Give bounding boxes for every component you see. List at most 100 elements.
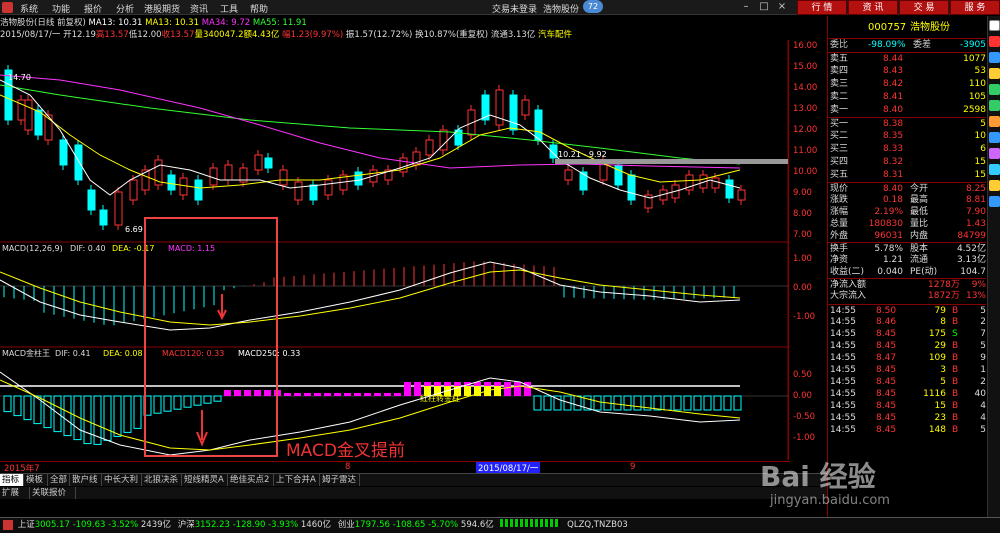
jz-bar (173, 395, 182, 410)
jz-bar (113, 395, 122, 437)
order-ratio-label: 委比 (830, 40, 849, 50)
jz-bar (63, 395, 72, 437)
jz-bar (693, 395, 702, 411)
buy-label: 买二 (830, 131, 849, 141)
stat-label: 流通 (910, 255, 929, 265)
maximize-icon[interactable]: □ (756, 0, 772, 15)
flow-row: 大宗流入 1872万 13% (828, 290, 986, 302)
tick-count: 40 (974, 389, 986, 399)
menu-item-help[interactable]: 帮助 (250, 2, 268, 15)
tab-template[interactable]: 模板 (24, 474, 48, 486)
tab-indicator[interactable]: 指标 (0, 474, 24, 486)
buy-price: 8.38 (883, 119, 904, 129)
tick-row: 14:55 8.47 109 B 9 (828, 352, 986, 364)
level2-icon[interactable] (989, 36, 1000, 47)
jz-bar (133, 395, 142, 429)
alert-icon[interactable] (989, 180, 1000, 191)
jz-bar (324, 393, 331, 396)
kline-chart[interactable]: 14.70 6.69 10.21 - 9.92 MACD(12,26,9) DI… (0, 40, 827, 460)
sh-change: -109.63 (72, 520, 106, 530)
rank-icon[interactable] (989, 116, 1000, 127)
cy-label[interactable]: 创业 (338, 520, 355, 530)
tab-merge[interactable]: 上下合并A (274, 474, 320, 486)
chart-tool-icon[interactable] (989, 20, 1000, 31)
candle (521, 99, 530, 116)
bar-close: 收13.57 (161, 30, 195, 40)
stat-label: 外盘 (830, 231, 849, 241)
menu-item-news[interactable]: 资讯 (190, 2, 208, 15)
jz-bar (284, 393, 291, 396)
flow-pct: 13% (965, 291, 986, 301)
menu-item-quote[interactable]: 报价 (84, 2, 102, 15)
menu-item-tools[interactable]: 工具 (220, 2, 238, 15)
jz-bar (683, 395, 692, 411)
sh-amount: 2439亿 (140, 520, 172, 530)
tick-price: 8.47 (876, 353, 897, 363)
minimize-icon[interactable]: – (738, 0, 754, 15)
jz-bar (374, 393, 381, 396)
tick-count: 4 (980, 401, 986, 411)
tab-all[interactable]: 全部 (48, 474, 70, 486)
analysis-icon[interactable] (989, 132, 1000, 143)
stat-value: 0.040 (877, 267, 903, 277)
time-axis: 2015年7 8 2015/08/17/一 9 (0, 461, 790, 474)
jz-title: MACD金柱王 (2, 348, 50, 358)
jz-bar (234, 390, 241, 396)
menu-item-function[interactable]: 功能 (52, 2, 70, 15)
tab-radar[interactable]: 姆子雷达 (320, 474, 360, 486)
info-icon[interactable] (989, 52, 1000, 63)
stat-label: 量比 (910, 219, 929, 229)
jz-dea: DEA: 0.08 (103, 349, 143, 358)
tab-related-quote[interactable]: 关联报价 (30, 487, 76, 499)
menu-item-system[interactable]: 系统 (20, 2, 38, 15)
macd-dif-line (0, 261, 741, 331)
flow-icon[interactable] (989, 84, 1000, 95)
tab-market[interactable]: 行 情 (797, 0, 847, 15)
jz-bar (613, 395, 622, 411)
menu-item-analysis[interactable]: 分析 (116, 2, 134, 15)
stat-row: 涨幅 2.19% 最低 7.90 (828, 206, 986, 218)
hs-pct: -3.93% (268, 520, 299, 530)
close-icon[interactable]: × (774, 0, 790, 15)
tick-side: B (952, 341, 959, 351)
stat-row: 收益(二) 0.040 PE(动) 104.7 (828, 266, 986, 278)
bar-change: 幅1.23(9.97%) (282, 30, 344, 40)
hs-label[interactable]: 沪深 (178, 520, 195, 530)
tab-short-spirit[interactable]: 短线精灵A (182, 474, 228, 486)
notification-badge[interactable]: 72 (583, 0, 603, 13)
stat-value: 8.81 (965, 195, 986, 205)
buy-volume: 15 (974, 157, 986, 167)
menu-item-hk-futures[interactable]: 港股期货 (144, 2, 180, 15)
tab-retail-line[interactable]: 散户线 (70, 474, 102, 486)
jz-bar (543, 395, 552, 411)
candle (99, 209, 108, 226)
tick-volume: 109 (928, 353, 946, 363)
tab-wolf[interactable]: 北狼决杀 (142, 474, 182, 486)
stat-label: 涨跌 (830, 195, 849, 205)
tab-trade[interactable]: 交 易 (899, 0, 949, 15)
news-icon[interactable] (989, 100, 1000, 111)
sector-icon[interactable] (989, 148, 1000, 159)
tick-side: B (952, 365, 959, 375)
favorite-icon[interactable] (989, 68, 1000, 79)
status-logo-icon (3, 520, 13, 530)
range-highlight (555, 159, 788, 164)
jz-bar (53, 395, 62, 433)
tab-service[interactable]: 服 务 (950, 0, 1000, 15)
settings-icon[interactable] (989, 196, 1000, 207)
app-logo-icon (2, 2, 13, 13)
compare-icon[interactable] (989, 164, 1000, 175)
tab-buy-point[interactable]: 绝佳买点2 (228, 474, 274, 486)
login-status[interactable]: 交易未登录 (492, 2, 537, 15)
candle (59, 139, 68, 166)
bar-info: 2015/08/17/一 开12.19高13.57低12.00收13.57量34… (0, 28, 572, 40)
candle (564, 169, 573, 181)
tab-extend[interactable]: 扩展 (0, 487, 30, 499)
jz-bar (294, 393, 301, 396)
stat-row: 总量 180830 量比 1.43 (828, 218, 986, 230)
tab-news[interactable]: 资 讯 (848, 0, 898, 15)
buy-volume: 10 (974, 131, 986, 141)
tab-long-term[interactable]: 中长大利 (102, 474, 142, 486)
sh-label[interactable]: 上证 (18, 520, 35, 530)
candle (309, 184, 318, 201)
